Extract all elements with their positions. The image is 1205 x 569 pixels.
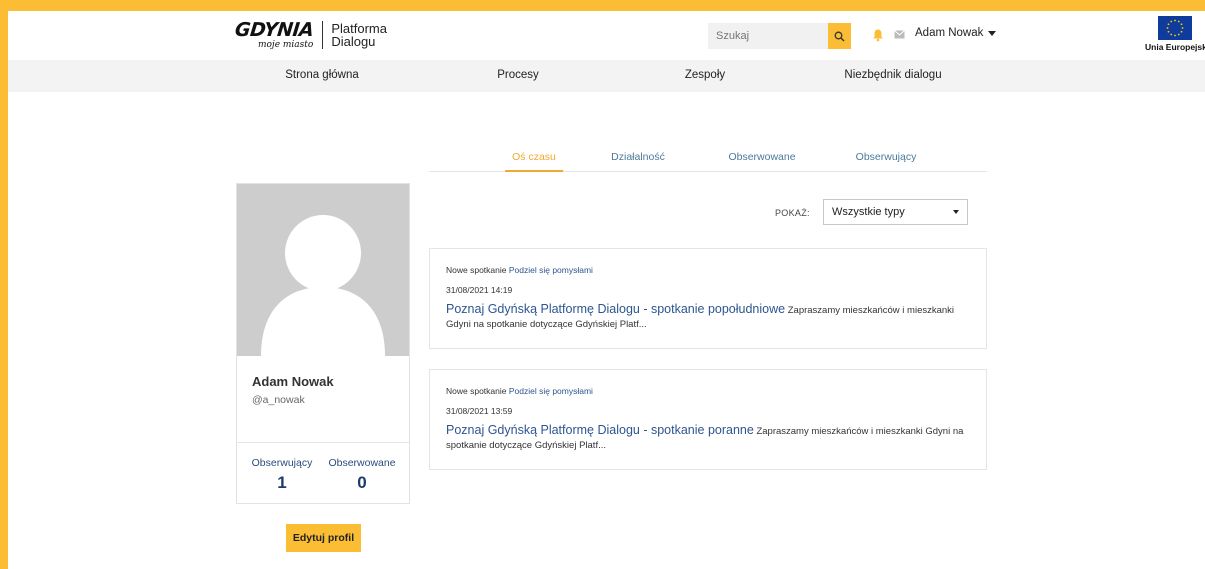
profile-handle: @a_nowak — [252, 394, 305, 406]
filter-selected-value: Wszystkie typy — [832, 206, 905, 218]
tab-activity[interactable]: Działalność — [611, 151, 665, 171]
feed-item-title-link[interactable]: Poznaj Gdyńską Platformę Dialogu - spotk… — [446, 302, 785, 316]
edit-profile-button[interactable]: Edytuj profil — [286, 524, 361, 552]
feed-item-group-link[interactable]: Podziel się pomysłami — [509, 265, 593, 275]
tab-timeline[interactable]: Oś czasu — [505, 151, 563, 172]
feed-item-date: 31/08/2021 14:19 — [446, 285, 513, 295]
feed-item-meta: Nowe spotkanie Podziel się pomysłami — [446, 265, 593, 275]
user-menu[interactable]: Adam Nowak — [915, 27, 997, 39]
feed-item-title-link[interactable]: Poznaj Gdyńską Platformę Dialogu - spotk… — [446, 423, 754, 437]
profile-card: Adam Nowak @a_nowak Obserwujący 1 Obserw… — [236, 183, 410, 504]
nav-item-teams[interactable]: Zespoły — [685, 69, 725, 81]
eu-flag-icon — [1158, 16, 1192, 40]
platform-line-2: Dialogu — [331, 34, 376, 49]
nav-item-dialogue-kit[interactable]: Niezbędnik dialogu — [844, 69, 941, 81]
main-nav: Strona główna Procesy Zespoły Niezbędnik… — [8, 60, 1205, 92]
profile-divider — [237, 442, 409, 443]
caret-down-icon — [988, 30, 997, 36]
header: GDYNIA moje miasto Platforma Dialogu Szu… — [8, 11, 1205, 60]
caret-down-icon — [953, 210, 959, 214]
page: GDYNIA moje miasto Platforma Dialogu Szu… — [8, 11, 1205, 569]
filter-label: POKAŻ: — [775, 208, 810, 218]
logo-wordmark: GDYNIA moje miasto — [233, 18, 315, 50]
profile-name: Adam Nowak — [252, 374, 334, 389]
mail-icon[interactable] — [894, 30, 905, 39]
feed-item-type: Nowe spotkanie — [446, 386, 507, 396]
following-count: 0 — [357, 473, 367, 492]
logo-main-text: GDYNIA — [233, 18, 315, 41]
feed-item-body: Poznaj Gdyńską Platformę Dialogu - spotk… — [446, 302, 976, 332]
platform-name: Platforma Dialogu — [331, 22, 387, 48]
eu-badge: Unia Europejska — [1145, 16, 1205, 52]
feed-item-group-link[interactable]: Podziel się pomysłami — [509, 386, 593, 396]
followers-count: 1 — [277, 473, 287, 492]
followers-stat[interactable]: Obserwujący 1 — [242, 457, 322, 493]
eu-label: Unia Europejska — [1145, 42, 1205, 52]
feed-item-date: 31/08/2021 13:59 — [446, 406, 513, 416]
followers-label: Obserwujący — [251, 457, 313, 469]
logo-separator — [322, 21, 324, 49]
feed-item-body: Poznaj Gdyńską Platformę Dialogu - spotk… — [446, 423, 976, 453]
tab-followed[interactable]: Obserwowane — [728, 151, 795, 171]
following-label: Obserwowane — [328, 457, 396, 469]
feed-item: Nowe spotkanie Podziel się pomysłami 31/… — [429, 248, 987, 349]
type-filter-select[interactable]: Wszystkie typy — [823, 199, 968, 225]
nav-item-home[interactable]: Strona główna — [285, 69, 359, 81]
search-icon — [834, 31, 845, 41]
following-stat[interactable]: Obserwowane 0 — [322, 457, 402, 493]
search-input[interactable] — [708, 23, 828, 49]
feed-item: Nowe spotkanie Podziel się pomysłami 31/… — [429, 369, 987, 470]
tab-followers[interactable]: Obserwujący — [856, 151, 917, 171]
user-placeholder-icon — [261, 215, 385, 356]
search-button[interactable] — [828, 23, 851, 49]
logo-sub-text: moje miasto — [257, 39, 314, 50]
site-logo[interactable]: GDYNIA moje miasto Platforma Dialogu — [233, 18, 387, 50]
profile-tabs: Oś czasu Działalność Obserwowane Obserwu… — [429, 141, 987, 172]
feed-item-type: Nowe spotkanie — [446, 265, 507, 275]
bell-icon[interactable] — [872, 28, 884, 42]
feed-item-meta: Nowe spotkanie Podziel się pomysłami — [446, 386, 593, 396]
avatar — [237, 184, 409, 356]
user-name: Adam Nowak — [915, 27, 984, 39]
search-bar — [708, 23, 851, 49]
nav-item-processes[interactable]: Procesy — [497, 69, 539, 81]
